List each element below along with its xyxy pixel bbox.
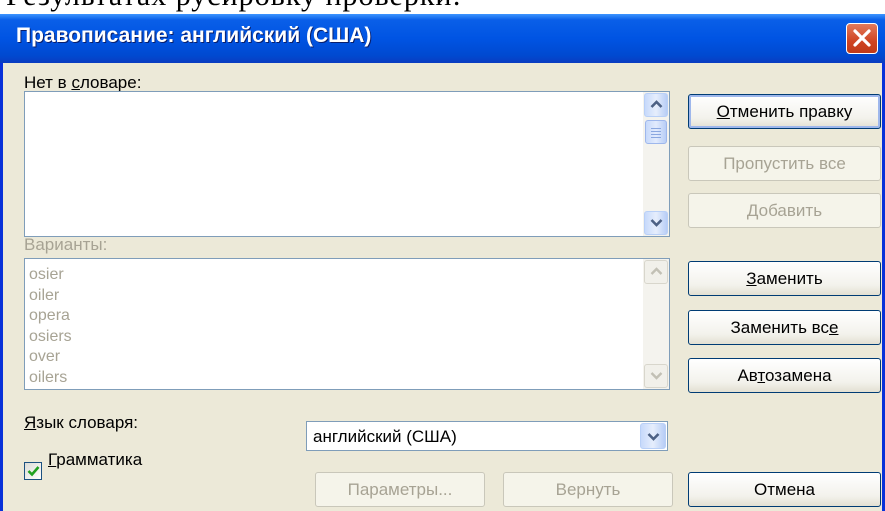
- undo-edit-button[interactable]: Отменить правку: [688, 94, 881, 129]
- close-button[interactable]: [846, 23, 878, 54]
- ignore-all-button[interactable]: Пропустить все: [688, 146, 881, 181]
- dictionary-language-dropdown-button[interactable]: [640, 423, 666, 449]
- dialog-title: Правописание: английский (США): [16, 24, 372, 47]
- suggestions-label: Варианты:: [24, 235, 108, 254]
- not-in-dictionary-label: Нет в словаре:: [24, 73, 142, 92]
- chevron-down-icon: [650, 219, 663, 227]
- chevron-down-icon: [650, 372, 663, 380]
- scroll-up-button[interactable]: [644, 93, 668, 117]
- scroll-down-button[interactable]: [644, 211, 668, 235]
- checkmark-icon: [27, 466, 40, 477]
- not-in-dictionary-textarea[interactable]: [24, 91, 670, 237]
- suggestion-item[interactable]: over: [29, 347, 72, 368]
- title-bar[interactable]: Правописание: английский (США): [0, 14, 885, 63]
- grammar-checkbox[interactable]: [24, 462, 42, 480]
- dictionary-language-select[interactable]: английский (США): [306, 421, 668, 451]
- close-icon: [853, 29, 871, 47]
- suggestion-item[interactable]: opera: [29, 306, 72, 327]
- autocorrect-button[interactable]: Автозамена: [688, 358, 881, 393]
- chevron-up-icon: [650, 267, 663, 275]
- suggestion-item[interactable]: oiler: [29, 286, 72, 307]
- suggestions-scroll-down-button[interactable]: [644, 364, 668, 388]
- cancel-button[interactable]: Отмена: [688, 472, 881, 507]
- cropped-background-text: Результатах русировку проверки:: [0, 0, 885, 14]
- options-button[interactable]: Параметры...: [315, 472, 485, 507]
- add-to-dictionary-button[interactable]: Добавить: [688, 193, 881, 228]
- dictionary-language-label: Язык словаря:: [24, 413, 139, 432]
- dictionary-language-value: английский (США): [313, 427, 457, 446]
- vertical-scrollbar[interactable]: [643, 92, 669, 236]
- suggestions-list[interactable]: osier oiler opera osiers over oilers: [24, 258, 670, 390]
- chevron-down-icon: [647, 433, 660, 441]
- change-all-button[interactable]: Заменить все: [688, 310, 881, 345]
- suggestions-items: osier oiler opera osiers over oilers: [29, 265, 72, 388]
- scroll-thumb[interactable]: [645, 120, 667, 144]
- undo-button[interactable]: Вернуть: [503, 472, 673, 507]
- suggestion-item[interactable]: oilers: [29, 368, 72, 389]
- suggestions-scroll-up-button[interactable]: [644, 260, 668, 284]
- suggestion-item[interactable]: osiers: [29, 327, 72, 348]
- cropped-text-line: Результатах русировку проверки:: [6, 0, 462, 11]
- grammar-label[interactable]: Грамматика: [48, 450, 142, 470]
- change-button[interactable]: Заменить: [688, 261, 881, 296]
- suggestions-scrollbar[interactable]: [643, 259, 669, 389]
- suggestion-item[interactable]: osier: [29, 265, 72, 286]
- spelling-dialog: Правописание: английский (США) Нет в сло…: [0, 14, 885, 511]
- chevron-up-icon: [650, 100, 663, 108]
